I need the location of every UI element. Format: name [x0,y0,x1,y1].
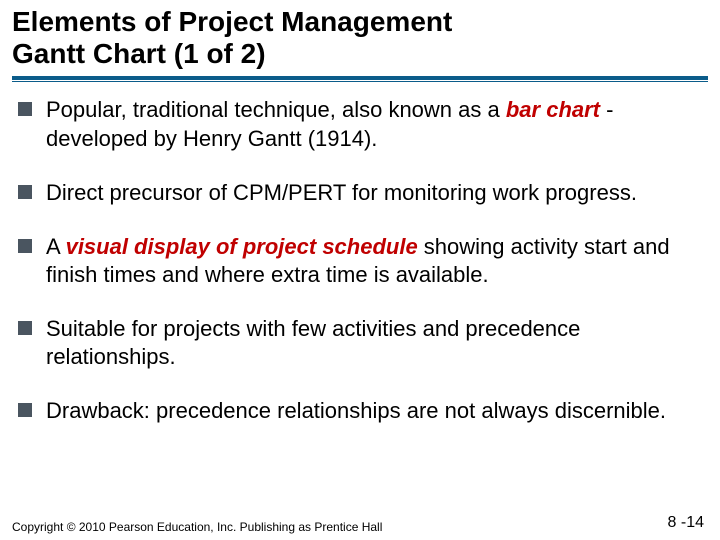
square-bullet-icon [18,321,32,335]
bullet-item-4: Suitable for projects with few activitie… [18,315,702,371]
slide-title: Elements of Project Management Gantt Cha… [0,0,720,70]
bullet-4-text: Suitable for projects with few activitie… [46,316,580,369]
bullet-3-pre: A [46,234,66,259]
bullet-item-5: Drawback: precedence relationships are n… [18,397,702,425]
rule-thick [12,76,708,80]
bullet-item-3: A visual display of project schedule sho… [18,233,702,289]
rule-thin [12,81,708,82]
bullet-5-text: Drawback: precedence relationships are n… [46,398,666,423]
bullet-1-pre: Popular, traditional technique, also kno… [46,97,506,122]
bullet-item-1: Popular, traditional technique, also kno… [18,96,702,152]
bullet-1-emph: bar chart [506,97,600,122]
bullet-3-emph: visual display of project schedule [66,234,418,259]
page-number: 8 -14 [668,514,704,532]
square-bullet-icon [18,102,32,116]
slide: Elements of Project Management Gantt Cha… [0,0,720,540]
bullet-list: Popular, traditional technique, also kno… [18,96,702,425]
bullet-item-2: Direct precursor of CPM/PERT for monitor… [18,179,702,207]
bullet-2-text: Direct precursor of CPM/PERT for monitor… [46,180,637,205]
square-bullet-icon [18,185,32,199]
title-underline [12,76,708,82]
copyright-footer: Copyright © 2010 Pearson Education, Inc.… [12,521,382,534]
square-bullet-icon [18,239,32,253]
title-line-1: Elements of Project Management [12,6,708,38]
square-bullet-icon [18,403,32,417]
title-line-2: Gantt Chart (1 of 2) [12,38,708,70]
